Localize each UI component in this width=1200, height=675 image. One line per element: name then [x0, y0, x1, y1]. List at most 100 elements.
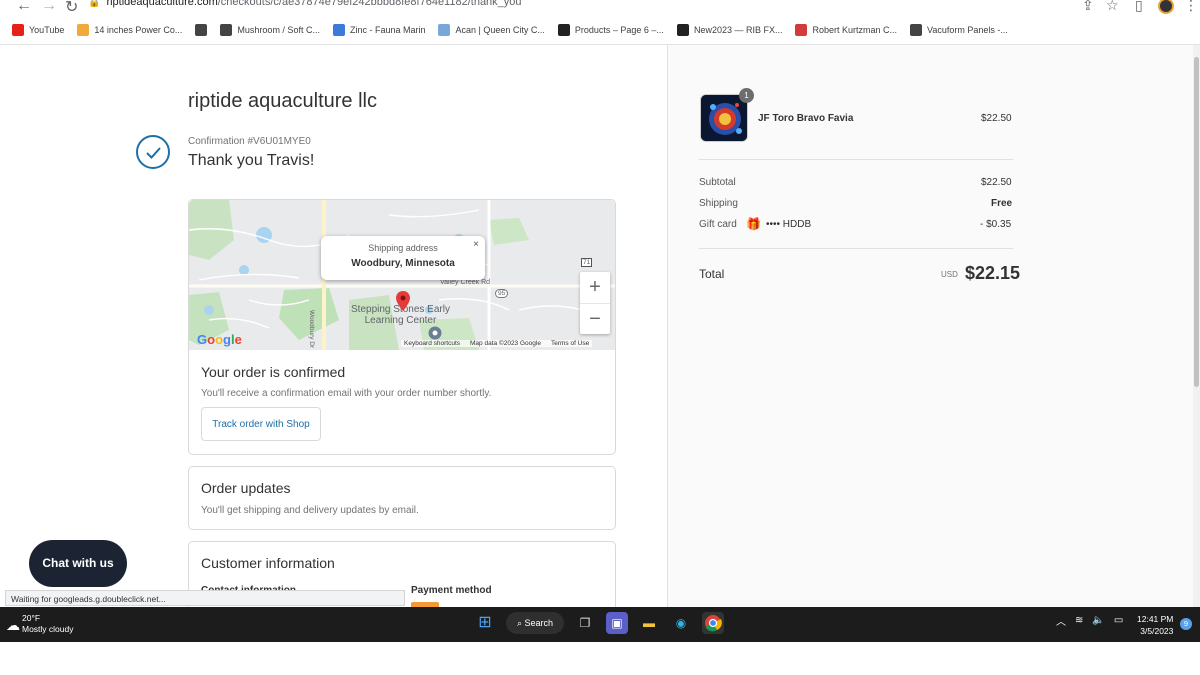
- track-order-button[interactable]: Track order with Shop: [201, 407, 321, 441]
- windows-start-icon[interactable]: ⊞: [474, 612, 496, 634]
- scrollbar-thumb[interactable]: [1194, 57, 1199, 387]
- total-value: $22.15: [965, 263, 1021, 283]
- subtotal-label: Subtotal: [699, 177, 736, 188]
- shipping-map[interactable]: Valley Creek Rd 95 71 Woodbury Dr Steppi…: [189, 200, 615, 350]
- clock-date: 3/5/2023: [1140, 626, 1174, 636]
- lock-icon: 🔒: [88, 0, 101, 8]
- bookmark-item[interactable]: Vacuform Panels -...: [910, 22, 1008, 38]
- product-price: $22.50: [981, 113, 1012, 124]
- total-label: Total: [699, 267, 725, 281]
- subtotal-value: $22.50: [981, 177, 1012, 188]
- bookmark-item[interactable]: YouTube: [12, 22, 64, 38]
- gift-card-code: •••• HDDB: [766, 219, 812, 230]
- terms-link[interactable]: Terms of Use: [551, 340, 589, 347]
- zoom-in-button[interactable]: +: [580, 272, 610, 304]
- order-confirmed-text: You'll receive a confirmation email with…: [201, 388, 492, 399]
- bookmark-icon: [332, 24, 345, 36]
- bookmark-item[interactable]: [195, 22, 208, 38]
- bookmark-label: New2023 — RIB FX...: [693, 25, 783, 35]
- currency-code: USD: [941, 270, 958, 279]
- back-arrow-icon[interactable]: ←: [16, 0, 32, 15]
- reload-icon[interactable]: ↻: [65, 0, 78, 17]
- cloud-icon: ☁: [6, 617, 20, 633]
- bookmark-label: Zinc - Fauna Marin: [349, 25, 426, 35]
- bookmark-item[interactable]: New2023 — RIB FX...: [676, 22, 783, 38]
- shipping-label: Shipping: [699, 198, 738, 209]
- url-path: /checkouts/c/ae37874e79ef242bbbd8fe8f764…: [217, 0, 522, 8]
- globe-icon: [910, 24, 923, 36]
- forward-arrow-icon[interactable]: →: [41, 0, 57, 15]
- star-icon[interactable]: ☆: [1106, 0, 1119, 14]
- payment-method-label: Payment method: [411, 585, 492, 596]
- store-name[interactable]: riptide aquaculture llc: [188, 90, 377, 113]
- profile-avatar[interactable]: [1158, 0, 1174, 14]
- map-pin-icon[interactable]: [396, 291, 410, 311]
- teams-chat-icon[interactable]: ▣: [606, 612, 628, 634]
- bookmark-label: 14 inches Power Co...: [94, 25, 183, 35]
- weather-widget[interactable]: 20°F Mostly cloudy: [22, 613, 74, 635]
- page-scrollbar[interactable]: [1193, 45, 1200, 607]
- order-updates-text: You'll get shipping and delivery updates…: [201, 505, 419, 516]
- side-panel-icon[interactable]: ▯: [1135, 0, 1143, 14]
- bookmark-item[interactable]: Zinc - Fauna Marin: [332, 22, 426, 38]
- divider: [699, 248, 1013, 249]
- place-marker-icon[interactable]: [428, 326, 442, 340]
- share-icon[interactable]: ⇪: [1082, 0, 1094, 14]
- thank-you-heading: Thank you Travis!: [188, 152, 315, 169]
- bookmark-item[interactable]: Acan | Queen City C...: [438, 22, 545, 38]
- gift-icon: 🎁: [746, 217, 761, 231]
- menu-kebab-icon[interactable]: ⋮: [1184, 0, 1198, 14]
- search-label: Search: [524, 618, 554, 628]
- bookmark-icon: [795, 24, 808, 36]
- bookmark-item[interactable]: Robert Kurtzman C...: [795, 22, 897, 38]
- bookmark-label: Products – Page 6 –...: [574, 25, 664, 35]
- bookmark-icon: [676, 24, 689, 36]
- bookmark-label: Robert Kurtzman C...: [812, 25, 898, 35]
- keyboard-shortcuts-link[interactable]: Keyboard shortcuts: [404, 340, 460, 347]
- shipping-address-popup: Shipping address Woodbury, Minnesota ×: [321, 236, 485, 280]
- taskbar-search[interactable]: ⌕ Search: [506, 612, 564, 634]
- bookmark-item[interactable]: Products – Page 6 –...: [557, 22, 664, 38]
- battery-icon[interactable]: ▭: [1114, 615, 1123, 626]
- order-confirmed-title: Your order is confirmed: [201, 364, 346, 380]
- windows-taskbar: ☁ 20°F Mostly cloudy ⊞ ⌕ Search ❐ ▣ ▬ ◉ …: [0, 607, 1200, 642]
- bookmark-item[interactable]: 14 inches Power Co...: [77, 22, 182, 38]
- youtube-icon: [12, 24, 24, 36]
- bookmark-label: YouTube: [29, 25, 65, 35]
- taskbar-clock[interactable]: 12:41 PM 3/5/2023: [1137, 613, 1173, 637]
- tray-chevron-icon[interactable]: ︿: [1056, 613, 1066, 628]
- browser-chrome: ← → ↻ 🔒 riptideaquaculture.com/checkouts/…: [0, 0, 1200, 45]
- order-updates-title: Order updates: [201, 480, 291, 496]
- url-host: riptideaquaculture.com: [106, 0, 218, 8]
- volume-icon[interactable]: 🔈: [1092, 615, 1104, 626]
- quantity-badge: 1: [739, 88, 754, 103]
- edge-icon[interactable]: ◉: [670, 612, 692, 634]
- close-icon[interactable]: ×: [473, 239, 479, 250]
- file-explorer-icon[interactable]: ▬: [638, 612, 660, 634]
- map-attribution: Keyboard shortcuts Map data ©2023 Google…: [401, 340, 593, 347]
- weather-condition: Mostly cloudy: [22, 624, 74, 634]
- clock-time: 12:41 PM: [1137, 614, 1174, 624]
- map-data-text: Map data ©2023 Google: [470, 340, 541, 347]
- browser-status-bar: Waiting for googleads.g.doubleclick.net.…: [5, 590, 405, 606]
- popup-city: Woodbury, Minnesota: [351, 258, 455, 269]
- chrome-icon[interactable]: [702, 612, 724, 634]
- bookmark-label: Mushroom / Soft C...: [237, 25, 320, 35]
- confirmation-number: Confirmation #V6U01MYE0: [188, 136, 311, 147]
- zoom-out-button[interactable]: −: [580, 304, 610, 335]
- notification-badge[interactable]: 9: [1180, 618, 1192, 630]
- product-name: JF Toro Bravo Favia: [758, 113, 854, 124]
- divider: [699, 159, 1013, 160]
- address-bar[interactable]: 🔒 riptideaquaculture.com/checkouts/c/ae37…: [88, 0, 1088, 14]
- globe-icon: [195, 24, 208, 36]
- bookmark-item[interactable]: Mushroom / Soft C...: [220, 22, 320, 38]
- chat-button[interactable]: Chat with us: [29, 540, 127, 587]
- bookmark-icon: [77, 24, 90, 36]
- map-street-label: Woodbury Dr: [308, 310, 315, 349]
- order-confirmed-card: Valley Creek Rd 95 71 Woodbury Dr Steppi…: [188, 199, 616, 455]
- map-road-label: Valley Creek Rd: [440, 279, 491, 286]
- wifi-icon[interactable]: ≋: [1075, 615, 1083, 626]
- gift-card-label: Gift card: [699, 219, 737, 230]
- map-zoom-controls: + −: [580, 272, 610, 334]
- task-view-icon[interactable]: ❐: [574, 612, 596, 634]
